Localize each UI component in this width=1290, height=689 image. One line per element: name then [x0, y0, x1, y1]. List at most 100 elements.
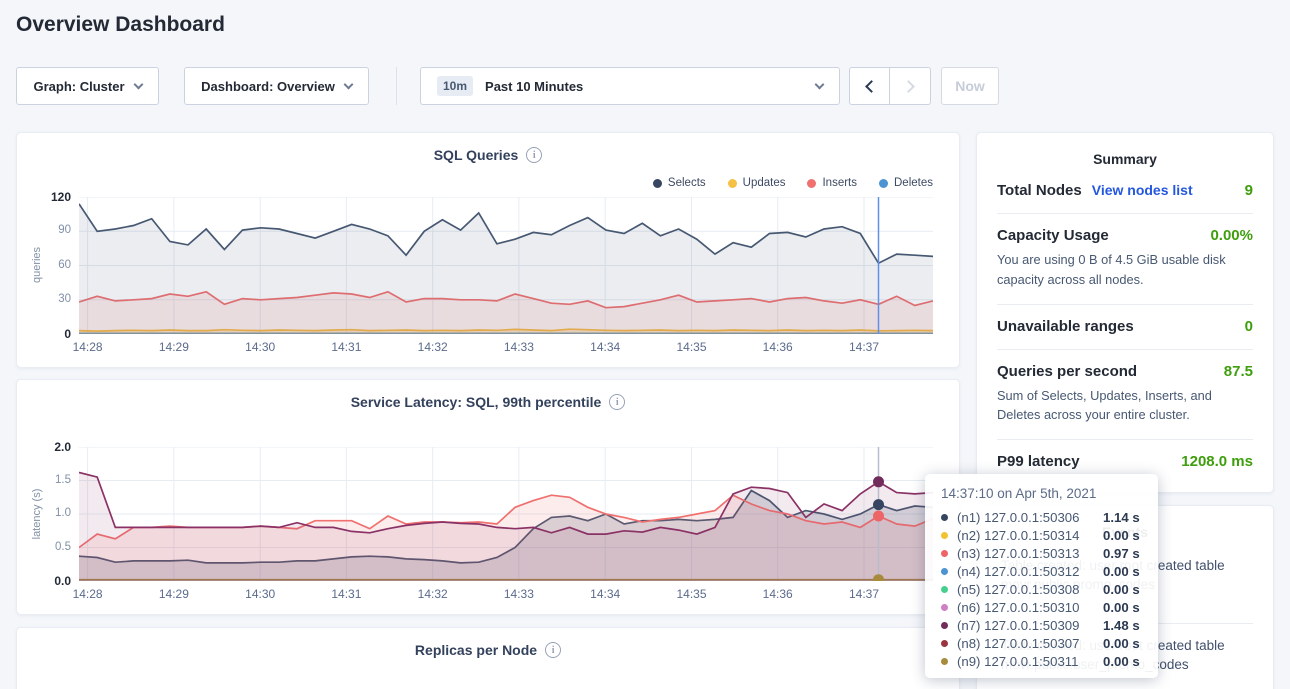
summary-title: Summary	[977, 133, 1273, 169]
y-tick-label: 0	[64, 327, 71, 341]
node-color-dot	[941, 586, 948, 593]
x-axis-ticks: 14:2814:2914:3014:3114:3214:3314:3414:35…	[79, 587, 933, 603]
legend-item-selects[interactable]: Selects	[653, 177, 706, 189]
summary-panel: Summary Total Nodes View nodes list 9 Ca…	[976, 132, 1274, 493]
summary-row-unavailable-ranges: Unavailable ranges 0	[997, 305, 1253, 350]
y-tick-label: 1.0	[55, 507, 71, 519]
x-tick-label: 14:29	[159, 340, 189, 354]
tooltip-node-row: (n7) 127.0.0.1:503091.48 s	[941, 616, 1146, 634]
x-tick-label: 14:30	[245, 340, 275, 354]
node-latency-value: 0.00 s	[1103, 654, 1140, 669]
x-tick-label: 14:35	[676, 340, 706, 354]
legend-color-dot	[653, 179, 662, 188]
dashboard-dropdown[interactable]: Dashboard: Overview	[184, 67, 369, 105]
node-address: (n1) 127.0.0.1:50306	[957, 510, 1103, 525]
x-tick-label: 14:28	[73, 587, 103, 601]
chevron-left-icon	[865, 80, 878, 93]
summary-label: Capacity Usage	[997, 227, 1109, 244]
y-tick-label: 2.0	[54, 440, 71, 454]
summary-row-qps: Queries per second 87.5 Sum of Selects, …	[997, 350, 1253, 441]
chart-title: Replicas per Node	[415, 642, 537, 658]
time-range-label: Past 10 Minutes	[485, 79, 583, 94]
x-tick-label: 14:37	[849, 340, 879, 354]
time-next-button-disabled[interactable]	[890, 67, 931, 105]
legend-color-dot	[879, 179, 888, 188]
node-color-dot	[941, 568, 948, 575]
latency-tooltip: 14:37:10 on Apr 5th, 2021 (n1) 127.0.0.1…	[925, 474, 1158, 678]
node-latency-value: 0.00 s	[1103, 582, 1140, 597]
time-prev-button[interactable]	[849, 67, 890, 105]
summary-value: 87.5	[1224, 363, 1253, 380]
node-latency-value: 0.97 s	[1103, 546, 1140, 561]
chevron-down-icon	[133, 79, 143, 89]
y-tick-label: 60	[58, 259, 71, 271]
sql-queries-chart[interactable]	[79, 197, 933, 339]
x-tick-label: 14:34	[590, 587, 620, 601]
x-tick-label: 14:32	[418, 340, 448, 354]
view-nodes-list-link[interactable]: View nodes list	[1092, 182, 1193, 198]
chevron-down-icon	[815, 79, 825, 89]
time-range-badge: 10m	[437, 76, 473, 96]
time-nav-group	[849, 67, 931, 105]
overview-dashboard-page: Overview Dashboard Graph: Cluster Dashbo…	[0, 0, 1290, 689]
summary-label: P99 latency	[997, 453, 1080, 470]
chevron-down-icon	[343, 79, 353, 89]
summary-value: 0	[1245, 318, 1253, 335]
y-axis-title: latency (s)	[31, 489, 43, 540]
x-tick-label: 14:29	[159, 587, 189, 601]
node-latency-value: 1.48 s	[1103, 618, 1140, 633]
x-tick-label: 14:33	[504, 340, 534, 354]
service-latency-chart[interactable]	[79, 447, 933, 586]
time-range-dropdown[interactable]: 10m Past 10 Minutes	[420, 67, 840, 105]
summary-value: 1208.0 ms	[1181, 453, 1253, 470]
dashboard-label: Dashboard: Overview	[201, 79, 335, 94]
node-latency-value: 0.00 s	[1103, 564, 1140, 579]
node-address: (n5) 127.0.0.1:50308	[957, 582, 1103, 597]
legend-color-dot	[728, 179, 737, 188]
y-tick-label: 1.5	[55, 474, 71, 486]
y-tick-label: 0.5	[55, 541, 71, 553]
now-button-disabled[interactable]: Now	[941, 67, 999, 105]
node-address: (n8) 127.0.0.1:50307	[957, 636, 1103, 651]
x-tick-label: 14:28	[73, 340, 103, 354]
node-color-dot	[941, 604, 948, 611]
info-icon[interactable]: i	[609, 394, 625, 410]
latency-tooltip-rows: (n1) 127.0.0.1:503061.14 s(n2) 127.0.0.1…	[941, 508, 1146, 670]
y-axis-title: queries	[31, 247, 43, 283]
tooltip-node-row: (n9) 127.0.0.1:503110.00 s	[941, 652, 1146, 670]
controls-divider	[396, 67, 397, 105]
legend-label: Updates	[743, 177, 786, 189]
y-tick-label: 120	[51, 190, 71, 204]
tooltip-node-row: (n2) 127.0.0.1:503140.00 s	[941, 526, 1146, 544]
node-color-dot	[941, 550, 948, 557]
legend-label: Deletes	[894, 177, 933, 189]
tooltip-node-row: (n1) 127.0.0.1:503061.14 s	[941, 508, 1146, 526]
legend-item-deletes[interactable]: Deletes	[879, 177, 933, 189]
replicas-per-node-panel: Replicas per Node i	[16, 627, 960, 689]
y-tick-label: 0.0	[54, 574, 71, 588]
summary-value: 9	[1245, 182, 1253, 199]
legend-item-inserts[interactable]: Inserts	[807, 177, 857, 189]
node-latency-value: 0.00 s	[1103, 600, 1140, 615]
info-icon[interactable]: i	[545, 642, 561, 658]
graph-scope-dropdown[interactable]: Graph: Cluster	[16, 67, 159, 105]
summary-row-total-nodes: Total Nodes View nodes list 9	[997, 169, 1253, 214]
legend-color-dot	[807, 179, 816, 188]
sql-queries-panel: SQL Queries i SelectsUpdatesInsertsDelet…	[16, 132, 960, 368]
summary-label: Total Nodes	[997, 182, 1082, 199]
node-color-dot	[941, 532, 948, 539]
info-icon[interactable]: i	[526, 147, 542, 163]
tooltip-node-row: (n5) 127.0.0.1:503080.00 s	[941, 580, 1146, 598]
node-address: (n4) 127.0.0.1:50312	[957, 564, 1103, 579]
node-color-dot	[941, 640, 948, 647]
graph-scope-label: Graph: Cluster	[33, 79, 124, 94]
summary-row-capacity: Capacity Usage 0.00% You are using 0 B o…	[997, 214, 1253, 305]
node-address: (n9) 127.0.0.1:50311	[957, 654, 1103, 669]
tooltip-node-row: (n8) 127.0.0.1:503070.00 s	[941, 634, 1146, 652]
legend-item-updates[interactable]: Updates	[728, 177, 786, 189]
tooltip-timestamp: 14:37:10 on Apr 5th, 2021	[941, 486, 1146, 501]
service-latency-panel: Service Latency: SQL, 99th percentile i …	[16, 379, 960, 615]
node-color-dot	[941, 658, 948, 665]
x-tick-label: 14:31	[331, 340, 361, 354]
summary-label: Unavailable ranges	[997, 318, 1134, 335]
